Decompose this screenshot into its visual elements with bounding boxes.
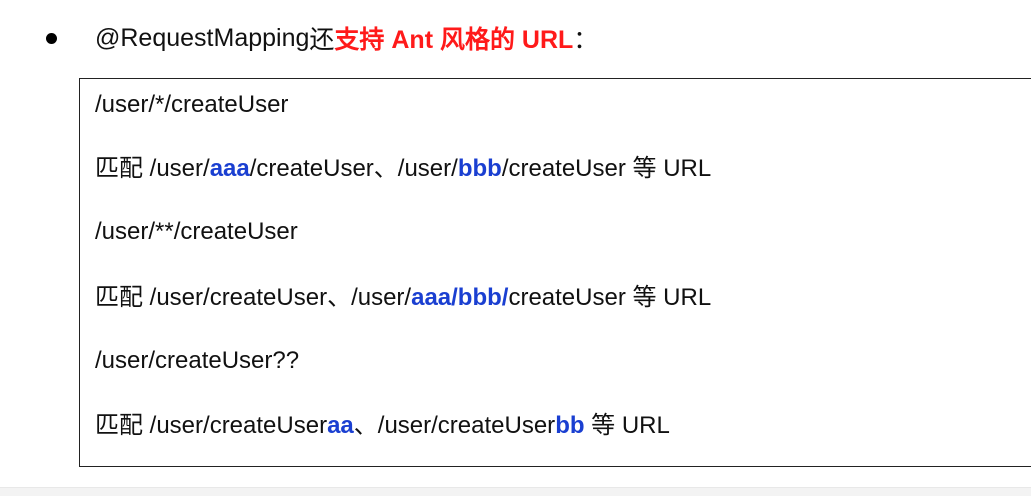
match-suffix: /createUser 等 URL [501, 155, 712, 182]
heading-annotation: @RequestMapping [95, 23, 310, 52]
bullet-heading: @RequestMapping 还 支持 Ant 风格的 URL ： [46, 18, 598, 58]
pattern-line-question-marks: /user/createUser?? [95, 345, 299, 377]
match-highlight-aaa-bbb: aaa/bbb/ [411, 284, 509, 311]
match-line-single-star: 匹配 /user/aaa/createUser、/user/bbb/create… [95, 153, 711, 185]
match-highlight-bb: bb [555, 412, 585, 439]
match-middle: /createUser、/user/ [249, 155, 458, 182]
match-prefix: 匹配 /user/createUser [95, 412, 328, 439]
match-highlight-bbb: bbb [457, 155, 502, 182]
heading-suffix: ： [573, 26, 599, 54]
example-box: /user/*/createUser 匹配 /user/aaa/createUs… [79, 78, 1031, 467]
match-line-double-star: 匹配 /user/createUser、/user/aaa/bbb/create… [95, 282, 711, 314]
pattern-text: /user/*/createUser [95, 91, 289, 118]
heading-plain: 还 [309, 26, 335, 54]
heading-highlight: 支持 Ant 风格的 URL [334, 26, 574, 54]
pattern-text: /user/**/createUser [95, 218, 298, 245]
page-bottom-edge [0, 487, 1031, 496]
pattern-line-single-star: /user/*/createUser [95, 89, 288, 121]
match-line-question-marks: 匹配 /user/createUseraa、/user/createUserbb… [95, 410, 670, 442]
match-prefix: 匹配 /user/ [95, 155, 210, 182]
match-suffix: 等 URL [584, 412, 670, 439]
bullet-icon [46, 32, 57, 44]
pattern-text: /user/createUser?? [95, 347, 300, 374]
match-highlight-aaa: aaa [209, 155, 250, 182]
match-suffix: createUser 等 URL [508, 284, 712, 311]
match-prefix: 匹配 /user/createUser、/user/ [95, 284, 412, 311]
match-middle: 、/user/createUser [353, 412, 556, 439]
pattern-line-double-star: /user/**/createUser [95, 216, 298, 248]
match-highlight-aa: aa [327, 412, 354, 439]
